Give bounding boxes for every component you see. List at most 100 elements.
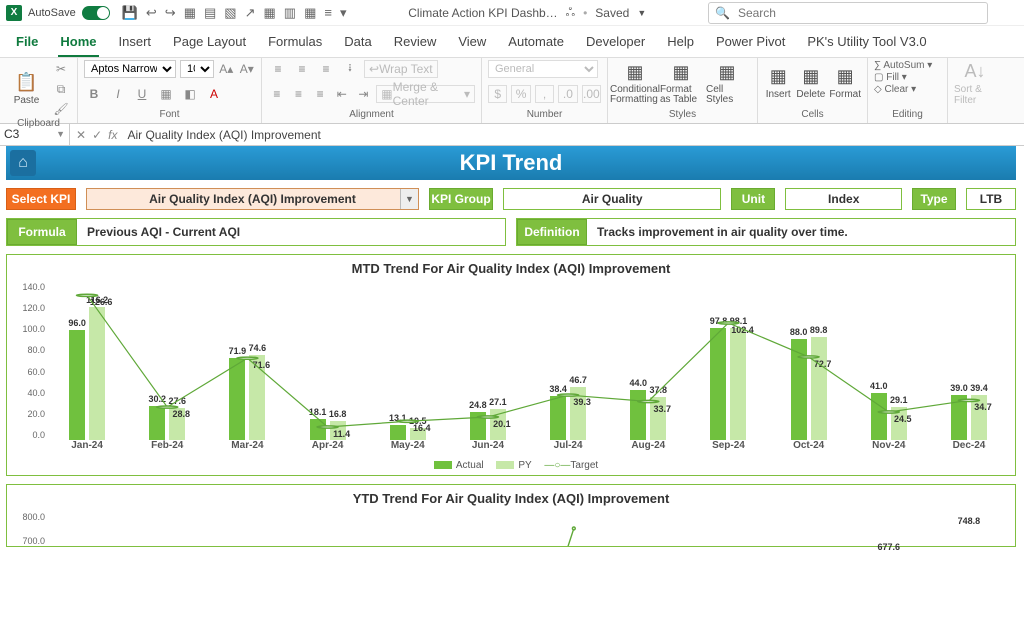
dashboard: ⌂ KPI Trend Select KPI Air Quality Index… <box>0 146 1024 547</box>
format-painter-icon[interactable]: 🖌 <box>51 100 71 118</box>
tab-insert[interactable]: Insert <box>117 30 154 57</box>
align-right-icon[interactable]: ≡ <box>311 85 329 103</box>
wrap-text-button[interactable]: ↩ Wrap Text <box>364 60 438 78</box>
tab-pk-utility[interactable]: PK's Utility Tool V3.0 <box>805 30 928 57</box>
file-name: Climate Action KPI Dashb… <box>408 6 557 20</box>
chevron-down-icon[interactable]: ▼ <box>400 189 418 209</box>
fx-icon[interactable]: fx <box>108 128 117 142</box>
dec-decimal-icon[interactable]: .00 <box>582 85 601 103</box>
align-middle-icon[interactable]: ≡ <box>292 60 312 78</box>
cell-styles-button[interactable]: ▦Cell Styles <box>706 60 748 106</box>
insert-cells-button[interactable]: ▦Insert <box>764 60 792 106</box>
formula-buttons: ✕ ✓ fx <box>70 128 123 142</box>
legend-swatch-actual <box>434 461 452 469</box>
delete-cells-button[interactable]: ▦Delete <box>796 60 825 106</box>
tab-home[interactable]: Home <box>58 30 98 57</box>
excel-icon: X <box>6 5 22 21</box>
align-bottom-icon[interactable]: ≡ <box>316 60 336 78</box>
search-input[interactable] <box>736 5 981 21</box>
enter-icon[interactable]: ✓ <box>92 128 102 142</box>
fill-color-button[interactable]: ◧ <box>180 85 200 103</box>
formula-value[interactable]: Air Quality Index (AQI) Improvement <box>123 128 1024 142</box>
select-kpi-dropdown[interactable]: Air Quality Index (AQI) Improvement ▼ <box>86 188 419 210</box>
font-color-button[interactable]: A <box>204 85 224 103</box>
tab-review[interactable]: Review <box>392 30 439 57</box>
tab-page-layout[interactable]: Page Layout <box>171 30 248 57</box>
qat-btn[interactable]: ▦ <box>304 5 316 21</box>
cancel-icon[interactable]: ✕ <box>76 128 86 142</box>
qat-btn[interactable]: ↗ <box>245 5 256 21</box>
mtd-legend: Actual PY —○—Target <box>13 458 1009 473</box>
underline-button[interactable]: U <box>132 85 152 103</box>
tab-data[interactable]: Data <box>342 30 373 57</box>
save-icon[interactable]: 💾 <box>122 5 138 21</box>
kpi-selector-row: Select KPI Air Quality Index (AQI) Impro… <box>6 188 1016 210</box>
autosum-button[interactable]: ∑ AutoSum ▾ <box>874 60 941 71</box>
paste-button[interactable]: 📋Paste <box>6 66 47 112</box>
kpi-group-label: KPI Group <box>429 188 493 210</box>
merge-center-button[interactable]: ▦ Merge & Center ▾ <box>376 85 475 103</box>
undo-icon[interactable]: ↩ <box>146 5 157 21</box>
font-size-select[interactable]: 10 <box>180 60 214 78</box>
qat-more-icon[interactable]: ▾ <box>340 5 347 21</box>
mtd-x-axis: Jan-24Feb-24Mar-24Apr-24May-24Jun-24Jul-… <box>47 440 1009 458</box>
tab-developer[interactable]: Developer <box>584 30 647 57</box>
dashboard-header: ⌂ KPI Trend <box>6 146 1016 180</box>
format-as-table-button[interactable]: ▦Format as Table <box>660 60 702 106</box>
border-button[interactable]: ▦ <box>156 85 176 103</box>
autosave-label: AutoSave <box>28 7 76 19</box>
conditional-formatting-button[interactable]: ▦Conditional Formatting <box>614 60 656 106</box>
font-name-select[interactable]: Aptos Narrow <box>84 60 176 78</box>
legend-target: Target <box>570 460 598 471</box>
clear-button[interactable]: ◇ Clear ▾ <box>874 84 941 95</box>
tab-automate[interactable]: Automate <box>506 30 566 57</box>
align-top-icon[interactable]: ≡ <box>268 60 288 78</box>
indent-inc-icon[interactable]: ⇥ <box>355 85 373 103</box>
qat-btn[interactable]: ▥ <box>284 5 296 21</box>
comma-icon[interactable]: , <box>535 85 554 103</box>
qat-btn[interactable]: ▤ <box>204 5 216 21</box>
inc-decimal-icon[interactable]: .0 <box>558 85 577 103</box>
chevron-down-icon[interactable]: ▼ <box>637 8 646 18</box>
qat-btn[interactable]: ▦ <box>184 5 196 21</box>
fill-button[interactable]: ▢ Fill ▾ <box>874 72 941 83</box>
sort-icon: A↓ <box>964 61 985 82</box>
group-alignment: Alignment <box>268 109 475 121</box>
mtd-target-line <box>47 280 1009 440</box>
group-number: Number <box>488 109 601 121</box>
legend-py: PY <box>518 460 531 471</box>
name-box[interactable]: C3▼ <box>0 124 70 146</box>
copy-icon[interactable]: ⧉ <box>51 80 71 98</box>
indent-dec-icon[interactable]: ⇤ <box>333 85 351 103</box>
redo-icon[interactable]: ↪ <box>165 5 176 21</box>
decrease-font-icon[interactable]: A▾ <box>239 60 256 78</box>
autosave-toggle[interactable] <box>82 6 110 20</box>
italic-button[interactable]: I <box>108 85 128 103</box>
home-icon[interactable]: ⌂ <box>10 150 36 176</box>
increase-font-icon[interactable]: A▴ <box>218 60 235 78</box>
format-cells-button[interactable]: ▦Format <box>829 60 861 106</box>
qat-btn[interactable]: ▦ <box>264 5 276 21</box>
bold-button[interactable]: B <box>84 85 104 103</box>
tab-view[interactable]: View <box>456 30 488 57</box>
percent-icon[interactable]: % <box>511 85 530 103</box>
align-left-icon[interactable]: ≡ <box>268 85 286 103</box>
tab-help[interactable]: Help <box>665 30 696 57</box>
currency-icon[interactable]: $ <box>488 85 507 103</box>
user-icon: ஃ <box>566 5 575 21</box>
qat-btn[interactable]: ▧ <box>224 5 236 21</box>
tab-file[interactable]: File <box>14 30 40 57</box>
delete-icon: ▦ <box>802 66 819 87</box>
orientation-icon[interactable]: ⭭ <box>340 60 360 78</box>
align-center-icon[interactable]: ≡ <box>290 85 308 103</box>
mtd-chart: MTD Trend For Air Quality Index (AQI) Im… <box>6 254 1016 476</box>
definition-panel: Definition Tracks improvement in air qua… <box>516 218 1016 246</box>
tab-formulas[interactable]: Formulas <box>266 30 324 57</box>
tab-power-pivot[interactable]: Power Pivot <box>714 30 787 57</box>
number-format-select[interactable]: General <box>488 60 598 78</box>
search-box[interactable]: 🔍 <box>708 2 988 24</box>
qat-btn[interactable]: ≡ <box>324 5 332 21</box>
cut-icon[interactable]: ✂ <box>51 60 71 78</box>
legend-swatch-py <box>496 461 514 469</box>
sort-filter-button[interactable]: A↓Sort & Filter <box>954 60 996 106</box>
